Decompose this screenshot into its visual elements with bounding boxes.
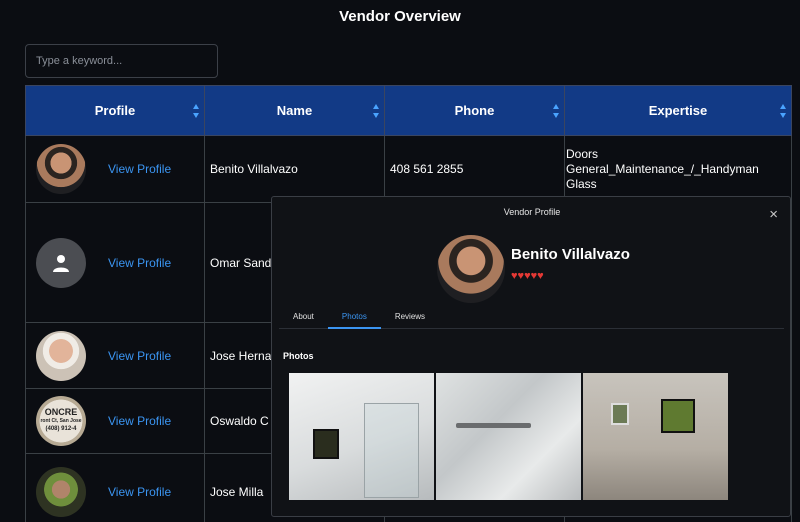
tab-photos[interactable]: Photos	[327, 305, 381, 329]
page-title: Vendor Overview	[339, 8, 461, 25]
view-profile-link[interactable]: View Profile	[108, 414, 171, 428]
header-label: Expertise	[648, 103, 708, 118]
search-input[interactable]	[25, 44, 218, 78]
window-shape	[313, 429, 339, 459]
avatar-logo-text: ONCRE	[44, 407, 78, 417]
close-icon[interactable]: ×	[769, 207, 778, 222]
sort-icon[interactable]	[780, 104, 787, 118]
expertise-item: Doors	[566, 146, 599, 161]
sort-icon[interactable]	[553, 104, 560, 118]
header-name[interactable]: Name	[204, 85, 385, 136]
expertise-item: Glass	[566, 176, 597, 191]
header-label: Name	[276, 103, 313, 118]
user-icon	[53, 254, 69, 272]
page: Vendor Overview Profile Name Phone Exper…	[0, 0, 800, 522]
vendor-name: Benito Villalvazo	[204, 135, 385, 203]
vendor-phone: 408 561 2855	[384, 135, 565, 203]
heart-rating-icons: ♥♥♥♥♥	[511, 270, 544, 282]
view-profile-link[interactable]: View Profile	[108, 256, 171, 270]
avatar	[36, 144, 86, 194]
header-label: Profile	[94, 103, 136, 118]
modal-avatar	[437, 235, 505, 303]
view-profile-link[interactable]: View Profile	[108, 485, 171, 499]
avatar-logo-text: (408) 912-4	[45, 426, 77, 432]
vendor-profile-modal: Vendor Profile × Benito Villalvazo ♥♥♥♥♥…	[271, 196, 791, 517]
sort-icon[interactable]	[373, 104, 380, 118]
header-label: Phone	[454, 103, 495, 118]
vendor-name-heading: Benito Villalvazo	[511, 246, 630, 263]
tab-reviews[interactable]: Reviews	[381, 305, 439, 329]
avatar	[36, 330, 86, 381]
photos-section-title: Photos	[283, 351, 314, 361]
window-shape	[611, 403, 629, 425]
vendor-expertise: Doors General_Maintenance_/_Handyman Gla…	[564, 135, 792, 203]
profile-tabs: About Photos Reviews	[279, 305, 784, 329]
towel-bar-shape	[456, 423, 531, 428]
avatar	[36, 237, 86, 288]
expertise-item: General_Maintenance_/_Handyman	[566, 161, 759, 176]
header-profile[interactable]: Profile	[25, 85, 205, 136]
avatar: ONCRE ront Ct, San Jose (408) 912-4	[36, 396, 86, 446]
header-phone[interactable]: Phone	[384, 85, 565, 136]
photo-thumbnail[interactable]	[289, 373, 434, 500]
photo-thumbnail[interactable]	[583, 373, 728, 500]
avatar	[36, 466, 86, 517]
modal-title: Vendor Profile	[503, 207, 561, 217]
table-row: View Profile Benito Villalvazo 408 561 2…	[25, 135, 792, 203]
view-profile-link[interactable]: View Profile	[108, 349, 171, 363]
tab-about[interactable]: About	[279, 305, 328, 329]
sort-icon[interactable]	[193, 104, 200, 118]
window-shape	[661, 399, 695, 433]
photo-gallery	[289, 373, 728, 500]
header-expertise[interactable]: Expertise	[564, 85, 792, 136]
avatar-logo-text: ront Ct, San Jose	[40, 418, 82, 424]
photo-thumbnail[interactable]	[436, 373, 581, 500]
view-profile-link[interactable]: View Profile	[108, 162, 171, 176]
glass-door-shape	[364, 403, 419, 498]
